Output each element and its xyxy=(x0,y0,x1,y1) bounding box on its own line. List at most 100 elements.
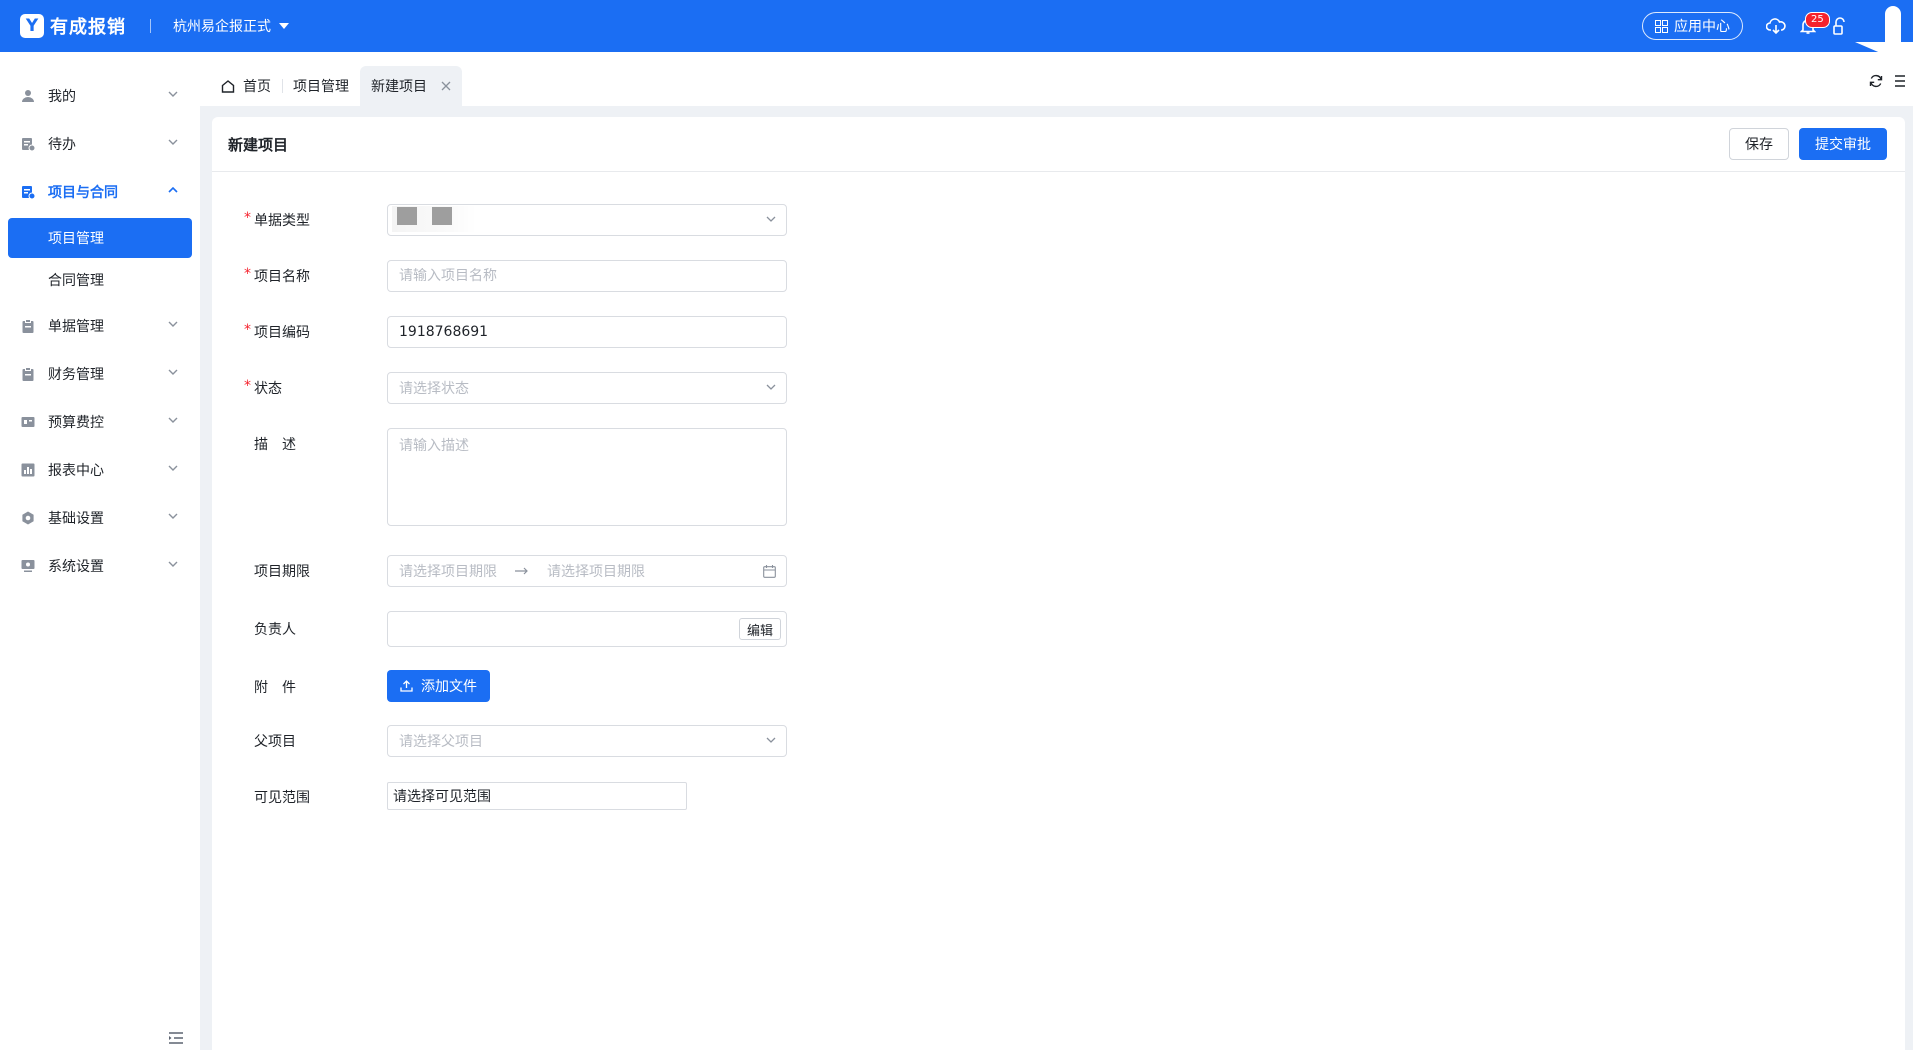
visibility-value: 请选择可见范围 xyxy=(393,789,491,805)
sidebar-item-basic-settings[interactable]: 基础设置 xyxy=(0,494,200,542)
tab-bar: 首页 项目管理 新建项目 xyxy=(200,52,1913,106)
sidebar-item-label: 待办 xyxy=(48,137,76,153)
tab-label: 首页 xyxy=(243,79,271,95)
budget-icon xyxy=(20,414,36,430)
project-name-field xyxy=(387,260,787,292)
sidebar-item-label: 报表中心 xyxy=(48,463,104,479)
unlock-button[interactable] xyxy=(1825,11,1855,41)
status-placeholder: 请选择状态 xyxy=(399,381,469,397)
visibility-label: 可见范围 xyxy=(254,790,310,806)
calendar-icon xyxy=(763,565,776,578)
sidebar-item-reports[interactable]: 报表中心 xyxy=(0,446,200,494)
tab-new-project[interactable]: 新建项目 xyxy=(360,66,462,106)
sidebar-item-budget[interactable]: 预算费控 xyxy=(0,398,200,446)
chevron-down-icon xyxy=(766,216,776,222)
description-textarea[interactable] xyxy=(399,429,775,525)
home-icon xyxy=(221,79,235,93)
owner-field: 编辑 xyxy=(387,611,787,647)
sidebar-subitem-project-management[interactable]: 项目管理 xyxy=(8,218,192,258)
sidebar-item-finance[interactable]: 财务管理 xyxy=(0,350,200,398)
owner-edit-button[interactable]: 编辑 xyxy=(738,618,781,640)
new-project-card: 新建项目 保存 提交审批 *单据类型 *项目名称 *项目编码 xyxy=(212,117,1905,1050)
user-icon xyxy=(20,88,36,104)
org-switcher[interactable]: 杭州易企报正式 xyxy=(173,16,289,36)
app-name: 有成报销 xyxy=(50,17,126,38)
project-code-field[interactable]: 1918768691 xyxy=(387,316,787,348)
sidebar-item-label: 预算费控 xyxy=(48,415,104,431)
description-field xyxy=(387,428,787,526)
sidebar-subitem-contract-management[interactable]: 合同管理 xyxy=(8,260,192,300)
sidebar-item-todo[interactable]: 待办 xyxy=(0,120,200,168)
sidebar-item-documents[interactable]: 单据管理 xyxy=(0,302,200,350)
card-header: 新建项目 保存 提交审批 xyxy=(212,117,1905,172)
sidebar-item-mine[interactable]: 我的 xyxy=(0,72,200,120)
doc-type-label: * 单据类型 xyxy=(244,210,310,229)
chevron-down-icon xyxy=(168,465,178,471)
visibility-selector[interactable]: 请选择可见范围 xyxy=(387,782,687,810)
monitor-icon xyxy=(20,558,36,574)
add-file-button[interactable]: 添加文件 xyxy=(387,670,490,702)
gear-icon xyxy=(20,510,36,526)
sidebar-item-label: 我的 xyxy=(48,89,76,105)
org-name: 杭州易企报正式 xyxy=(173,19,271,35)
collapse-menu-icon xyxy=(169,1032,183,1044)
chevron-down-icon xyxy=(168,561,178,567)
sidebar: 我的 待办 项目与合同 项目管理 合同管理 单据管理 财务管理 预算费控 报表中… xyxy=(0,52,200,1050)
parent-select[interactable]: 请选择父项目 xyxy=(387,725,787,757)
chevron-down-icon xyxy=(766,737,776,743)
sidebar-item-label: 项目与合同 xyxy=(48,185,118,201)
attachment-label: 附 件 xyxy=(254,680,296,696)
period-label: 项目期限 xyxy=(254,564,310,580)
sidebar-item-project-contract[interactable]: 项目与合同 xyxy=(0,168,200,216)
close-icon[interactable] xyxy=(441,81,451,91)
project-code-value: 1918768691 xyxy=(399,324,489,340)
sidebar-item-system-settings[interactable]: 系统设置 xyxy=(0,542,200,590)
parent-label: 父项目 xyxy=(254,734,296,750)
doc-type-select[interactable] xyxy=(387,204,787,236)
app-center-label: 应用中心 xyxy=(1674,19,1730,35)
user-avatar[interactable] xyxy=(1855,0,1913,52)
app-logo[interactable]: Y 有成报销 xyxy=(20,13,126,39)
sidebar-item-label: 单据管理 xyxy=(48,319,104,335)
page-title: 新建项目 xyxy=(228,135,289,154)
refresh-icon xyxy=(1869,74,1883,88)
chevron-down-icon xyxy=(168,139,178,145)
cloud-download-button[interactable] xyxy=(1761,11,1791,41)
notification-button[interactable]: 25 xyxy=(1793,11,1830,41)
divider xyxy=(150,19,151,33)
redacted-value xyxy=(392,206,476,232)
tab-menu-button[interactable] xyxy=(1895,75,1905,87)
status-select[interactable]: 请选择状态 xyxy=(387,372,787,404)
period-range-picker[interactable]: 请选择项目期限 请选择项目期限 xyxy=(387,555,787,587)
tab-home[interactable]: 首页 xyxy=(210,66,282,106)
top-bar: Y 有成报销 杭州易企报正式 应用中心 25 xyxy=(0,0,1913,52)
project-icon xyxy=(20,184,36,200)
chevron-down-icon xyxy=(168,369,178,375)
project-name-input[interactable] xyxy=(399,268,775,284)
grid-icon xyxy=(1655,19,1668,33)
collapse-sidebar-button[interactable] xyxy=(168,1032,184,1048)
project-name-label: * 项目名称 xyxy=(244,266,310,285)
chevron-up-icon xyxy=(168,187,178,193)
add-file-label: 添加文件 xyxy=(421,679,477,695)
submit-approval-button[interactable]: 提交审批 xyxy=(1799,128,1887,160)
app-center-button[interactable]: 应用中心 xyxy=(1642,12,1743,40)
chevron-down-icon xyxy=(168,417,178,423)
tab-project-management[interactable]: 项目管理 xyxy=(282,66,360,106)
sidebar-item-label: 基础设置 xyxy=(48,511,104,527)
status-label: * 状态 xyxy=(244,378,282,397)
description-label: 描 述 xyxy=(254,437,296,453)
project-code-label: * 项目编码 xyxy=(244,322,310,341)
tab-label: 新建项目 xyxy=(371,79,427,95)
clipboard-icon xyxy=(20,318,36,334)
chart-icon xyxy=(20,462,36,478)
arrow-right-icon xyxy=(515,567,528,575)
chevron-down-icon xyxy=(168,91,178,97)
refresh-button[interactable] xyxy=(1869,74,1883,88)
save-button[interactable]: 保存 xyxy=(1729,128,1789,160)
upload-icon xyxy=(400,680,413,692)
menu-icon xyxy=(1895,75,1905,87)
period-end-placeholder: 请选择项目期限 xyxy=(547,564,645,580)
chevron-down-icon xyxy=(168,513,178,519)
parent-placeholder: 请选择父项目 xyxy=(399,734,483,750)
